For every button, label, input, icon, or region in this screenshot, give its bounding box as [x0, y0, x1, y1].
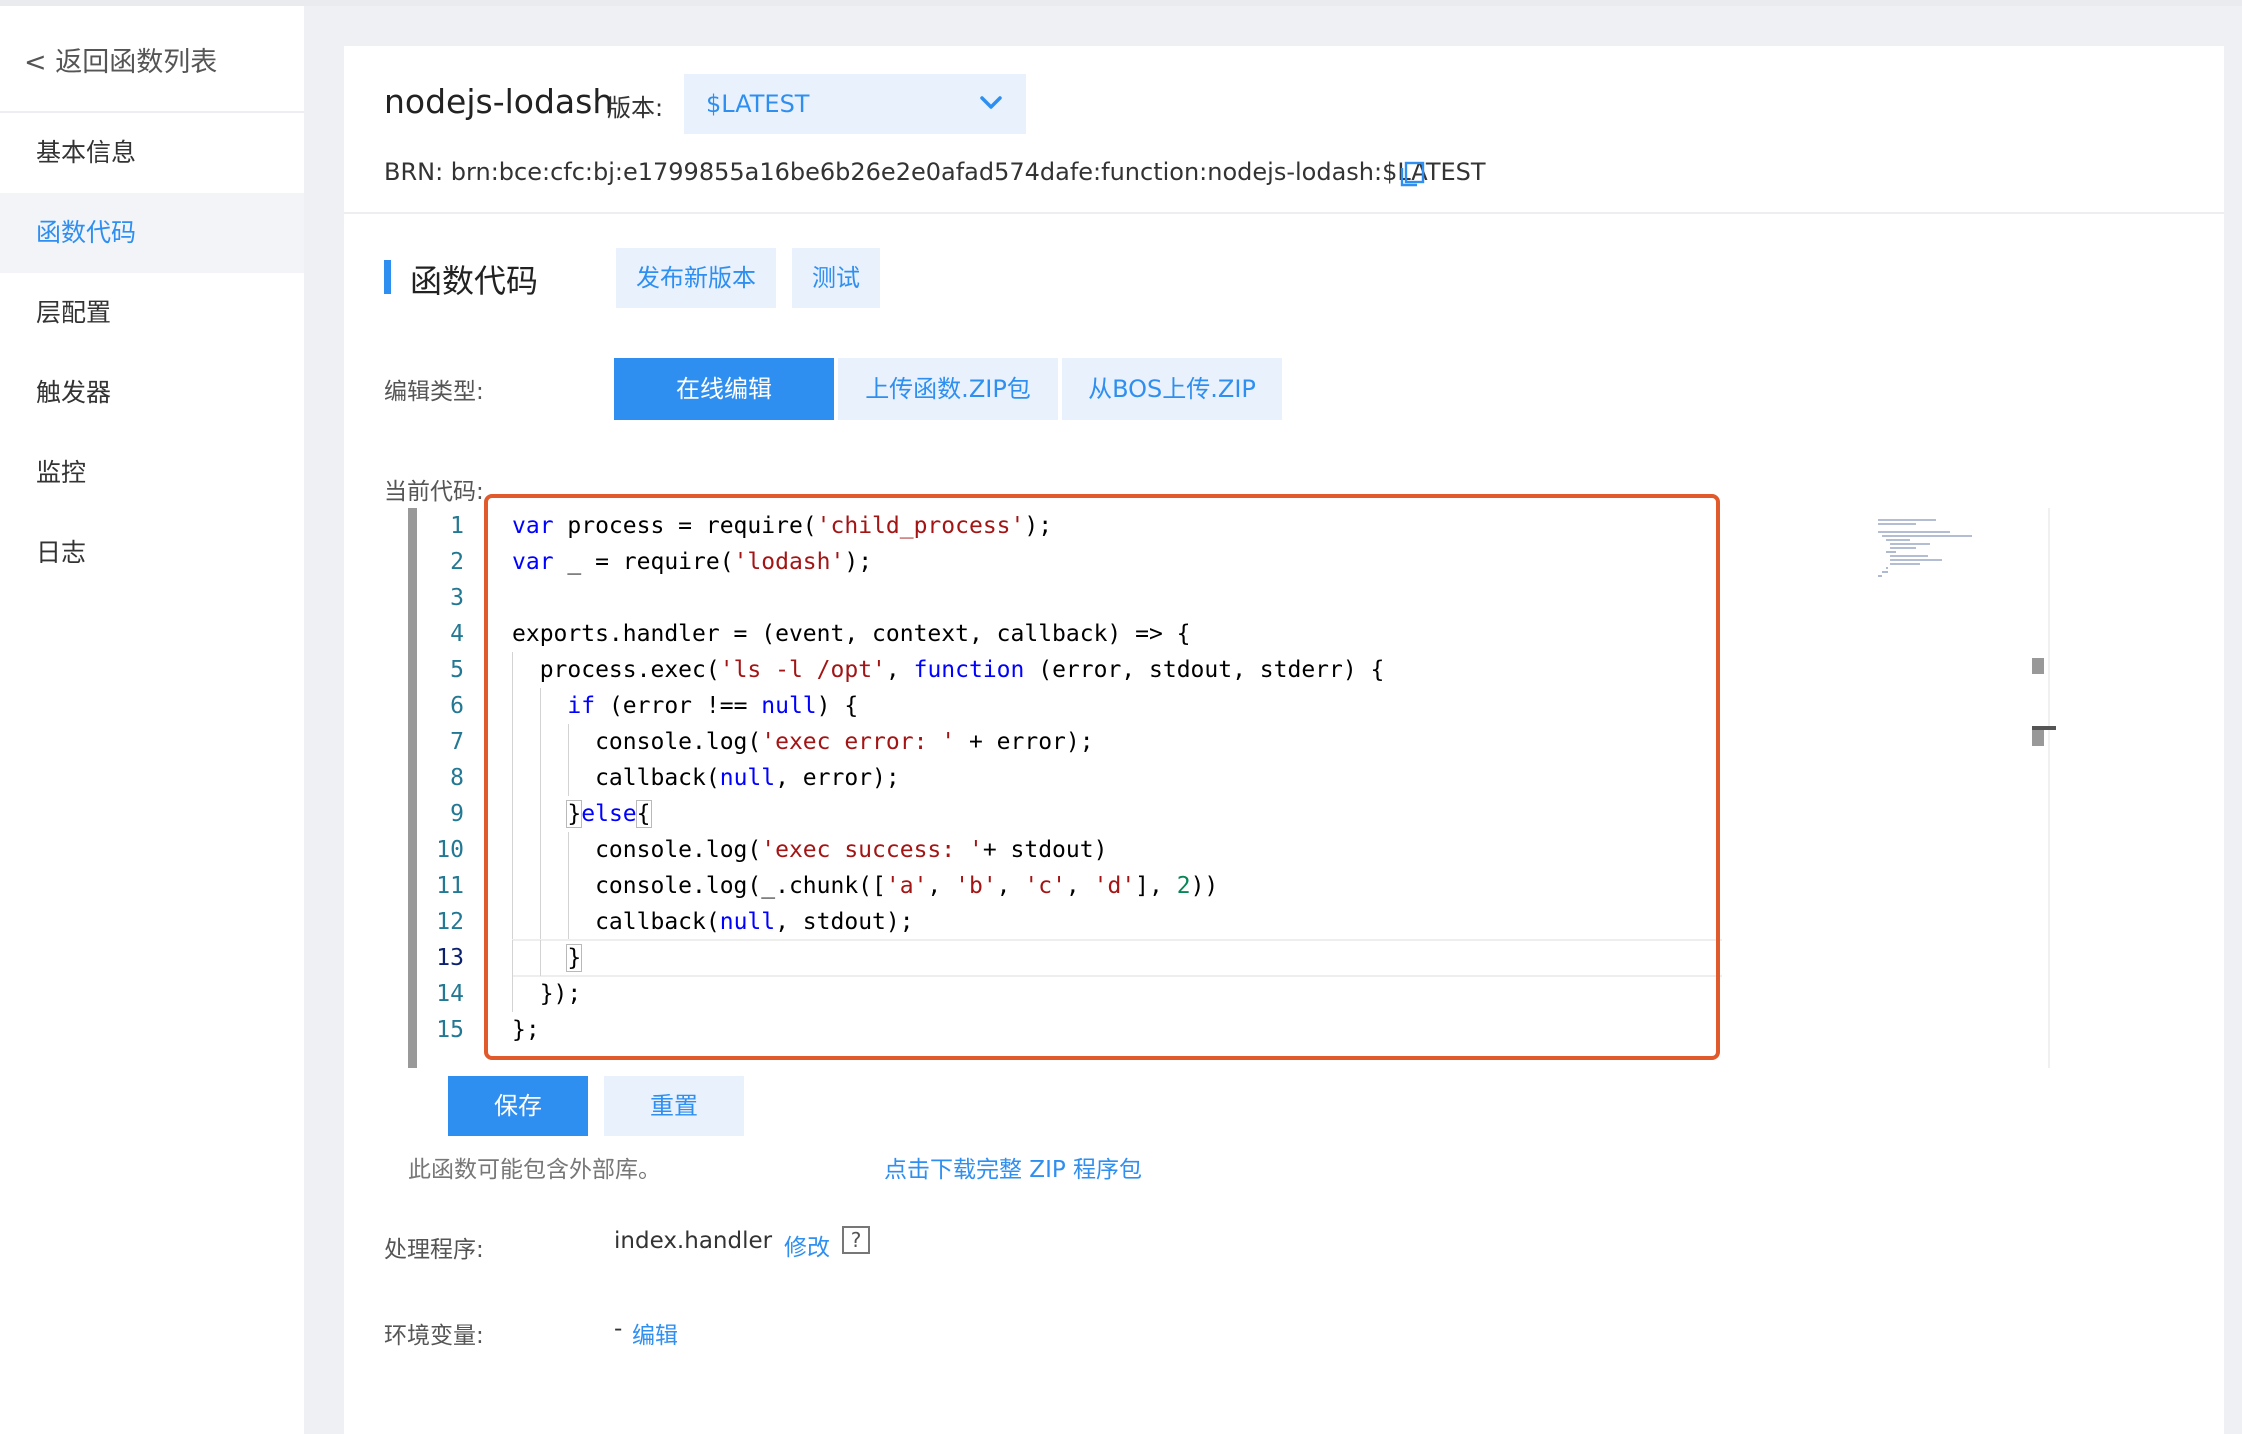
version-label: 版本:: [607, 94, 664, 122]
line-number: 1: [450, 513, 464, 539]
code-line: exports.handler = (event, context, callb…: [512, 621, 1191, 647]
line-number: 14: [436, 981, 464, 1007]
code-line: };: [512, 1017, 540, 1043]
sidebar: < 返回函数列表 基本信息 函数代码 层配置 触发器 监控 日志: [0, 6, 304, 1434]
code-line: callback(null, error);: [512, 760, 1632, 796]
top-strip: [0, 0, 2242, 6]
code-line: var _ = require('lodash');: [512, 549, 873, 575]
env-vars-label: 环境变量:: [384, 1323, 484, 1349]
sidebar-item-function-code[interactable]: 函数代码: [0, 193, 304, 273]
edit-type-bos-zip[interactable]: 从BOS上传.ZIP: [1062, 358, 1282, 420]
code-area[interactable]: var process = require('child_process'); …: [512, 508, 1722, 1048]
code-line: });: [512, 976, 1632, 1012]
env-vars-value: -: [614, 1316, 623, 1342]
publish-version-button[interactable]: 发布新版本: [616, 248, 776, 308]
line-number: 13: [436, 945, 464, 971]
line-number: 8: [450, 765, 464, 791]
copy-icon[interactable]: [1398, 160, 1426, 188]
editor-scrollbar[interactable]: [2048, 508, 2050, 1068]
handler-label: 处理程序:: [384, 1237, 484, 1263]
line-number: 6: [450, 693, 464, 719]
handler-value: index.handler: [614, 1228, 773, 1254]
edit-type-online[interactable]: 在线编辑: [614, 358, 834, 420]
code-line: if (error !== null) {: [512, 688, 1632, 724]
reset-button[interactable]: 重置: [604, 1076, 744, 1136]
env-vars-edit-link[interactable]: 编辑: [632, 1316, 678, 1350]
scrollbar-marker: [2032, 730, 2044, 746]
line-number: 9: [450, 801, 464, 827]
code-line-current: }: [512, 939, 1722, 977]
main-panel: nodejs-lodash 版本: $LATEST BRN: brn:bce:c…: [344, 46, 2224, 1434]
line-number: 7: [450, 729, 464, 755]
sidebar-item-triggers[interactable]: 触发器: [0, 353, 304, 433]
section-title: 函数代码: [410, 262, 539, 300]
scrollbar-marker: [2032, 658, 2044, 674]
line-number: 11: [436, 873, 464, 899]
code-line: var process = require('child_process');: [512, 513, 1053, 539]
header-divider: [344, 212, 2224, 214]
code-line: console.log('exec error: ' + error);: [512, 724, 1632, 760]
edit-type-upload-zip[interactable]: 上传函数.ZIP包: [838, 358, 1058, 420]
code-line: callback(null, stdout);: [512, 904, 1632, 940]
back-to-function-list-link[interactable]: < 返回函数列表: [24, 40, 217, 79]
external-library-note: 此函数可能包含外部库。: [408, 1157, 661, 1183]
version-select[interactable]: $LATEST: [684, 74, 1026, 134]
help-icon[interactable]: ?: [842, 1226, 870, 1254]
line-number: 10: [436, 837, 464, 863]
current-code-label: 当前代码:: [384, 479, 484, 505]
line-number: 15: [436, 1017, 464, 1043]
test-button[interactable]: 测试: [792, 248, 880, 308]
line-number: 5: [450, 657, 464, 683]
editor-gutter-bar: [408, 508, 417, 1068]
save-button[interactable]: 保存: [448, 1076, 588, 1136]
version-select-value: $LATEST: [706, 90, 810, 118]
line-number-gutter: 1 2 3 4 5 6 7 8 9 10 11 12 13 14 15: [422, 508, 468, 1048]
sidebar-item-logs[interactable]: 日志: [0, 513, 304, 593]
line-number: 4: [450, 621, 464, 647]
brn-text: BRN: brn:bce:cfc:bj:e1799855a16be6b26e2e…: [384, 158, 1486, 186]
code-line: process.exec('ls -l /opt', function (err…: [512, 652, 1632, 688]
line-number: 12: [436, 909, 464, 935]
code-line: }else{: [512, 796, 1632, 832]
code-line: console.log(_.chunk(['a', 'b', 'c', 'd']…: [512, 868, 1632, 904]
code-editor[interactable]: 1 2 3 4 5 6 7 8 9 10 11 12 13 14 15 var process = requ…: [408, 508, 2056, 1068]
code-minimap[interactable]: [1876, 516, 1976, 586]
line-number: 2: [450, 549, 464, 575]
download-zip-link[interactable]: 点击下载完整 ZIP 程序包: [884, 1150, 1142, 1184]
section-title-accent: [384, 260, 391, 294]
sidebar-nav: 基本信息 函数代码 层配置 触发器 监控 日志: [0, 113, 304, 593]
chevron-down-icon: [980, 96, 1002, 109]
sidebar-item-monitoring[interactable]: 监控: [0, 433, 304, 513]
line-number: 3: [450, 585, 464, 611]
sidebar-item-basic-info[interactable]: 基本信息: [0, 113, 304, 193]
edit-type-label: 编辑类型:: [384, 379, 484, 405]
code-line: console.log('exec success: '+ stdout): [512, 832, 1632, 868]
handler-edit-link[interactable]: 修改: [784, 1228, 830, 1262]
sidebar-item-layers[interactable]: 层配置: [0, 273, 304, 353]
function-name: nodejs-lodash: [384, 82, 614, 121]
